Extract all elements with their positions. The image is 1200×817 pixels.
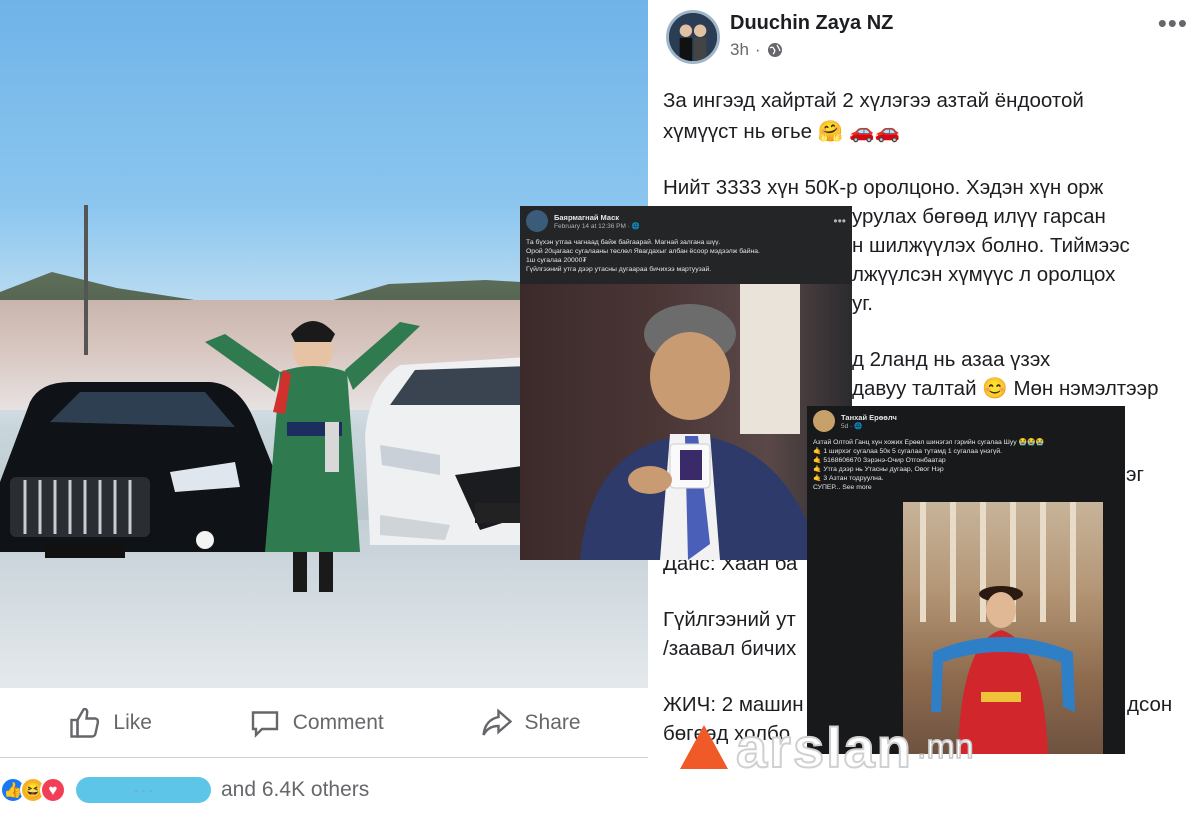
embedded-text-line: Азтай Олтой Ганц хүн хожих Ерөөл шинэгэл… bbox=[813, 439, 1044, 446]
reactions-divider bbox=[0, 757, 648, 758]
embedded-post-header: Баярмагнай Маск February 14 at 12:36 PM … bbox=[520, 206, 852, 236]
embedded-avatar bbox=[813, 410, 835, 432]
watermark-logo: arslan .mn bbox=[680, 712, 974, 782]
embedded-author: Баярмагнай Маск bbox=[554, 212, 619, 222]
see-more-link[interactable]: СУПЕР... See more bbox=[813, 483, 1119, 492]
post-text-line: хүмүүст нь өгье 🤗 🚗🚗 bbox=[663, 120, 901, 143]
comment-icon bbox=[251, 710, 278, 738]
post-meta: 3h · bbox=[730, 40, 783, 60]
watermark-text: arslan bbox=[735, 715, 913, 780]
meta-dot: · bbox=[754, 40, 761, 59]
post-text-line: За ингээд хайртай 2 хүлэгээ азтай ёндоот… bbox=[663, 89, 1084, 112]
like-label: Like bbox=[113, 710, 152, 734]
post-text-line: эг bbox=[1126, 463, 1144, 486]
globe-icon[interactable] bbox=[767, 42, 783, 58]
watermark-domain: .mn bbox=[916, 727, 974, 767]
embedded-text-line: 🤙 Утга дээр нь Утасны дугаар, Овог Нэр bbox=[813, 466, 944, 473]
post-text-line: урулах бөгөөд илүү гарсан bbox=[852, 205, 1106, 228]
embedded-post-body: Та бүхэн утгаа чагнаад байж байгаарай. М… bbox=[520, 236, 852, 276]
embedded-photo-man-with-mug bbox=[520, 284, 852, 560]
embedded-time: February 14 at 12:36 PM · 🌐 bbox=[554, 222, 640, 230]
post-text-line: уг. bbox=[852, 292, 873, 315]
post-text-line: лжүүлсэн хүмүүс л оролцох bbox=[852, 263, 1116, 286]
embedded-post-header: Танхай Ерөөлч 5d · 🌐 bbox=[807, 406, 1125, 436]
man-with-mug-image bbox=[580, 284, 820, 560]
post-text-line: Нийт 3333 хүн 50К-р оролцоно. Хэдэн хүн … bbox=[663, 176, 1104, 199]
like-button[interactable]: Like bbox=[67, 705, 152, 741]
author-name[interactable]: Duuchin Zaya NZ bbox=[730, 12, 893, 35]
post-text-line: /заавал бичих bbox=[663, 637, 797, 660]
share-button[interactable]: Share bbox=[479, 705, 581, 741]
post-action-bar: Like Comment Share bbox=[0, 690, 648, 755]
embedded-post-screenshot-2: Танхай Ерөөлч 5d · 🌐 Азтай Олтой Ганц хү… bbox=[807, 406, 1125, 754]
man-in-deel-image bbox=[205, 321, 420, 592]
redacted-name: - - - bbox=[76, 777, 211, 803]
embedded-post-screenshot-1: Баярмагнай Маск February 14 at 12:36 PM … bbox=[520, 206, 852, 560]
post-text-line: н шилжүүлэх болно. Тиймээс bbox=[852, 234, 1130, 257]
embedded-author: Танхай Ерөөлч bbox=[841, 412, 897, 422]
others-count: and 6.4K others bbox=[221, 778, 370, 801]
post-text-line: д 2ланд нь азаа үзэх bbox=[852, 348, 1051, 371]
embedded-time: 5d · 🌐 bbox=[841, 422, 863, 430]
embedded-text-line: 🤙 1 ширхэг сугалаа 50к 5 сугалаа тутамд … bbox=[813, 448, 1003, 455]
more-dots-icon: ••• bbox=[833, 214, 846, 228]
embedded-text-line: 🤙 3 Азтан тодруулна. bbox=[813, 475, 884, 482]
embedded-text-line: 🤙 5168606670 Зэрэнэ-Очир Отгонбаатар bbox=[813, 457, 946, 464]
logo-triangle-icon bbox=[680, 725, 728, 769]
post-text-line: дсон bbox=[1127, 693, 1173, 716]
share-label: Share bbox=[524, 710, 581, 734]
embedded-text-line: 1ш сугалаа 20000₮ bbox=[526, 257, 587, 264]
comment-button[interactable]: Comment bbox=[247, 705, 384, 741]
post-text-line: давуу талтай 😊 Мөн нэмэлтээр bbox=[852, 377, 1159, 400]
post-text-line: Гүйлгээний ут bbox=[663, 608, 796, 631]
utility-pole bbox=[84, 205, 88, 355]
couple-photo-icon bbox=[669, 13, 717, 61]
embedded-post-body: Азтай Олтой Ганц хүн хожих Ерөөл шинэгэл… bbox=[807, 436, 1125, 494]
reactions-summary[interactable]: 👍 😆 ♥ - - - and 6.4K others bbox=[0, 768, 369, 812]
post-time[interactable]: 3h bbox=[730, 40, 749, 60]
more-dots-icon[interactable]: ••• bbox=[1158, 8, 1188, 39]
share-icon bbox=[481, 707, 512, 736]
embedded-text-line: Гүйлгээний утга дээр утасны дугаараа бич… bbox=[526, 266, 712, 273]
embedded-text-line: Орой 20цагаас сугалааны төслөл Явагдахыг… bbox=[526, 248, 760, 255]
love-reaction-icon: ♥ bbox=[40, 777, 66, 803]
comment-label: Comment bbox=[292, 710, 384, 734]
post-header: Duuchin Zaya NZ 3h · ••• bbox=[660, 6, 1200, 68]
screenshot-collage: Like Comment Share 👍 😆 ♥ - - - and 6.4K … bbox=[0, 0, 1200, 817]
embedded-avatar bbox=[526, 210, 548, 232]
embedded-text-line: Та бүхэн утгаа чагнаад байж байгаарай. М… bbox=[526, 239, 721, 246]
thumbs-up-icon bbox=[70, 707, 100, 738]
author-avatar[interactable] bbox=[666, 10, 720, 64]
